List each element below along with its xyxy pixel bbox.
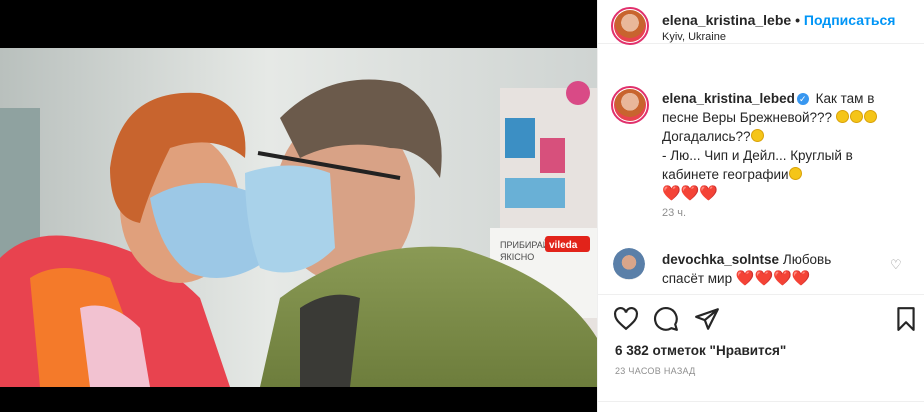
caption-line-3: Догадались??	[662, 129, 751, 144]
save-icon[interactable]	[893, 306, 919, 332]
wink-emoji-icon	[863, 110, 877, 123]
wink-emoji-icon	[849, 110, 863, 123]
comment-hearts: ❤️❤️❤️❤️	[735, 270, 811, 287]
comment-text: devochka_solntse Любовь спасёт мир ❤️❤️❤…	[662, 250, 892, 288]
likes-count[interactable]: 6 382 отметок "Нравится"	[615, 343, 786, 358]
caption-hearts: ❤️❤️❤️	[662, 185, 719, 202]
share-icon[interactable]	[694, 306, 720, 332]
caption-line-4: - Лю... Чип и Дейл... Круглый в	[662, 148, 853, 163]
commenter-username[interactable]: devochka_solntse	[662, 252, 779, 267]
header-username-line: elena_kristina_lebe • Подписаться	[662, 12, 895, 28]
verified-icon: ✓	[796, 93, 809, 105]
grin-emoji-icon	[750, 129, 764, 142]
post-header: elena_kristina_lebe • Подписаться Kyiv, …	[598, 0, 924, 45]
post-media[interactable]: ПРИБИРАЙ ЯКІСНО vileda	[0, 0, 597, 412]
post-side-panel: elena_kristina_lebe • Подписаться Kyiv, …	[597, 0, 924, 412]
header-username[interactable]: elena_kristina_lebe	[662, 12, 791, 28]
comment-like-icon[interactable]: ♡	[890, 257, 902, 273]
follow-button[interactable]: Подписаться	[804, 12, 896, 28]
svg-text:ЯКІСНО: ЯКІСНО	[500, 252, 534, 262]
author-avatar[interactable]	[611, 7, 649, 45]
svg-text:vileda: vileda	[549, 240, 578, 251]
location-link[interactable]: Kyiv, Ukraine	[662, 31, 726, 43]
separator-dot: •	[795, 12, 800, 28]
comment-line-2: спасёт мир	[662, 271, 733, 286]
photo-illustration: ПРИБИРАЙ ЯКІСНО vileda	[0, 48, 597, 387]
post-time[interactable]: 23 часов назад	[615, 366, 696, 376]
like-icon[interactable]	[613, 306, 639, 332]
wink-emoji-icon	[835, 110, 849, 123]
caption-username[interactable]: elena_kristina_lebed	[662, 91, 795, 106]
caption-line-2: песне Веры Брежневой???	[662, 110, 833, 125]
post-photo[interactable]: ПРИБИРАЙ ЯКІСНО vileda	[0, 48, 597, 387]
caption-author-avatar[interactable]	[611, 86, 649, 124]
comment-icon[interactable]	[653, 306, 679, 332]
comment-line-1: Любовь	[782, 252, 832, 267]
caption-line-5: кабинете географии	[662, 167, 789, 182]
caption-timestamp[interactable]: 23 ч.	[662, 207, 686, 219]
post-actions: 6 382 отметок "Нравится" 23 часов назад	[598, 294, 924, 412]
svg-text:ПРИБИРАЙ: ПРИБИРАЙ	[500, 239, 549, 250]
add-comment-bar	[598, 401, 924, 412]
caption-line-1: Как там в	[815, 91, 875, 106]
caption-text: elena_kristina_lebed ✓ Как там в песне Ве…	[662, 89, 912, 203]
smile-emoji-icon	[788, 167, 802, 180]
commenter-avatar[interactable]	[613, 248, 645, 280]
